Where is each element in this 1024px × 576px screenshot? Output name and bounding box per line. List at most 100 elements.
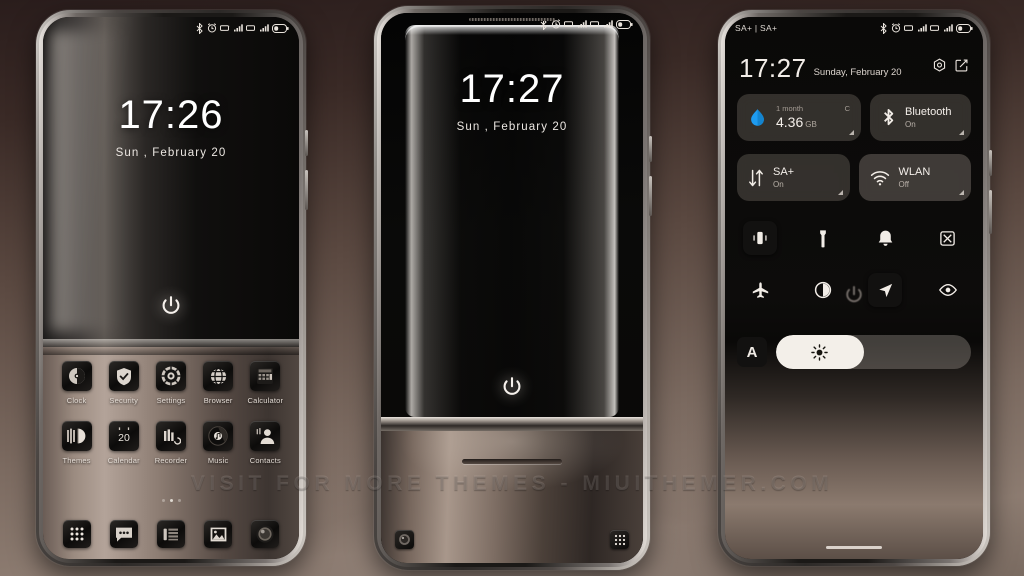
app-calendar[interactable]: 20 Calendar [103,421,145,465]
lock-date: Sun , February 20 [115,147,227,159]
screenshot-icon [940,230,956,246]
edit-button[interactable] [954,58,969,78]
tile-bluetooth[interactable]: Bluetooth On [870,94,971,141]
toggle-eye-care[interactable] [931,273,965,307]
volume-side-button[interactable] [989,190,992,234]
tile-title: Bluetooth [905,105,952,118]
phone-dialer-icon[interactable] [156,520,185,548]
page-dot-active[interactable] [169,499,173,502]
signal2-icon [603,20,613,28]
power-side-button[interactable] [305,130,308,156]
power-side-button[interactable] [649,136,652,162]
home-indicator[interactable] [826,546,882,549]
toggle-flashlight[interactable] [806,221,840,255]
phone-2-screen: 17:27 Sun , February 20 [381,13,643,563]
app-security[interactable]: Security [103,361,145,405]
camera-icon[interactable] [251,520,280,548]
page-dot[interactable] [161,499,165,502]
status-icons: 4G [196,22,289,34]
app-label: Clock [66,396,87,405]
calendar-icon: 20 [108,421,139,451]
app-themes[interactable]: Themes [56,421,98,465]
messages-icon[interactable] [109,520,138,548]
wallpaper-base [381,431,643,563]
alarm-icon [207,23,216,33]
volume-side-button[interactable] [649,176,652,216]
tile-expand-corner[interactable] [959,130,964,135]
eye-icon [938,284,957,296]
toggle-location[interactable] [868,273,903,307]
power-icon [503,377,521,395]
flashlight-icon [819,229,826,247]
app-drawer-icon [614,534,625,545]
battery-icon [956,23,973,33]
app-contacts[interactable]: Contacts [244,421,286,465]
wifi-icon [870,170,889,185]
brightness-row: A [737,335,971,369]
data-drop-icon [751,108,764,126]
sim2-icon [590,21,599,27]
wallpaper-slot [462,459,562,464]
toggle-screenshot[interactable] [931,221,965,255]
location-arrow-icon [879,283,892,297]
app-label: Calendar [107,456,140,465]
app-label: Contacts [249,456,281,465]
tile-expand-corner[interactable] [959,190,964,195]
tile-mobile-data[interactable]: SA+ On [737,154,850,201]
contrast-icon [814,281,831,299]
lock-time: 17:27 [459,67,565,111]
volume-side-button[interactable] [305,170,308,210]
themes-icon [61,421,92,451]
app-clock[interactable]: Clock [56,361,98,405]
sim1-icon [904,25,913,31]
phone-1-status-bar: 4G [43,17,299,39]
tile-state: On [773,180,784,190]
settings-button[interactable] [932,58,947,78]
phone-1: 4G 17:26 Sun , February 20 Clock [36,10,308,566]
page-dot[interactable] [177,499,181,502]
app-label: Settings [156,396,186,405]
toggle-dark-mode[interactable] [806,273,840,307]
tile-text: WLAN Off [899,166,931,190]
gallery-icon[interactable] [204,520,233,548]
signal1-icon [233,24,243,32]
toggle-ringer[interactable] [868,221,902,255]
tile-text: 1 month C 4.36 GB [776,105,850,130]
earpiece-speaker [469,18,555,21]
unlock-power-button[interactable] [154,289,188,323]
tile-expand-corner[interactable] [849,130,854,135]
app-recorder[interactable]: Recorder [150,421,192,465]
status-icons [880,22,973,34]
home-app-grid: Clock Security Settings Browser Calculat… [43,361,299,481]
unlock-power-button[interactable] [495,370,529,404]
app-browser[interactable]: Browser [197,361,239,405]
recorder-icon [155,421,186,451]
toggle-vibrate[interactable] [743,221,777,255]
carrier-label: SA+ | SA+ [735,23,778,33]
data-period-label: 1 month [776,104,804,114]
auto-brightness-button[interactable]: A [737,337,767,367]
signal1-icon [917,24,927,32]
power-side-button[interactable] [989,150,992,176]
tile-data-usage[interactable]: 1 month C 4.36 GB [737,94,861,141]
edit-icon [955,59,968,72]
calculator-icon [250,361,281,391]
brightness-slider[interactable] [776,335,971,369]
app-label: Recorder [154,456,188,465]
tile-wlan[interactable]: WLAN Off [858,154,971,201]
tile-expand-corner[interactable] [837,190,843,195]
data-value: 4.36 GB [776,114,850,130]
lock-camera-shortcut[interactable] [395,530,414,549]
brightness-slider-fill [776,335,864,369]
sim1-icon [564,21,573,27]
app-calculator[interactable]: Calculator [244,361,286,405]
battery-icon [616,19,633,29]
battery-icon [272,23,289,33]
app-drawer-icon[interactable] [62,520,91,548]
lock-app-drawer-shortcut[interactable] [610,530,629,549]
app-settings[interactable]: Settings [150,361,192,405]
toggle-airplane-mode[interactable] [743,273,777,307]
app-music[interactable]: Music [197,421,239,465]
app-label: Browser [203,396,233,405]
data-period-suffix: C [844,104,850,114]
